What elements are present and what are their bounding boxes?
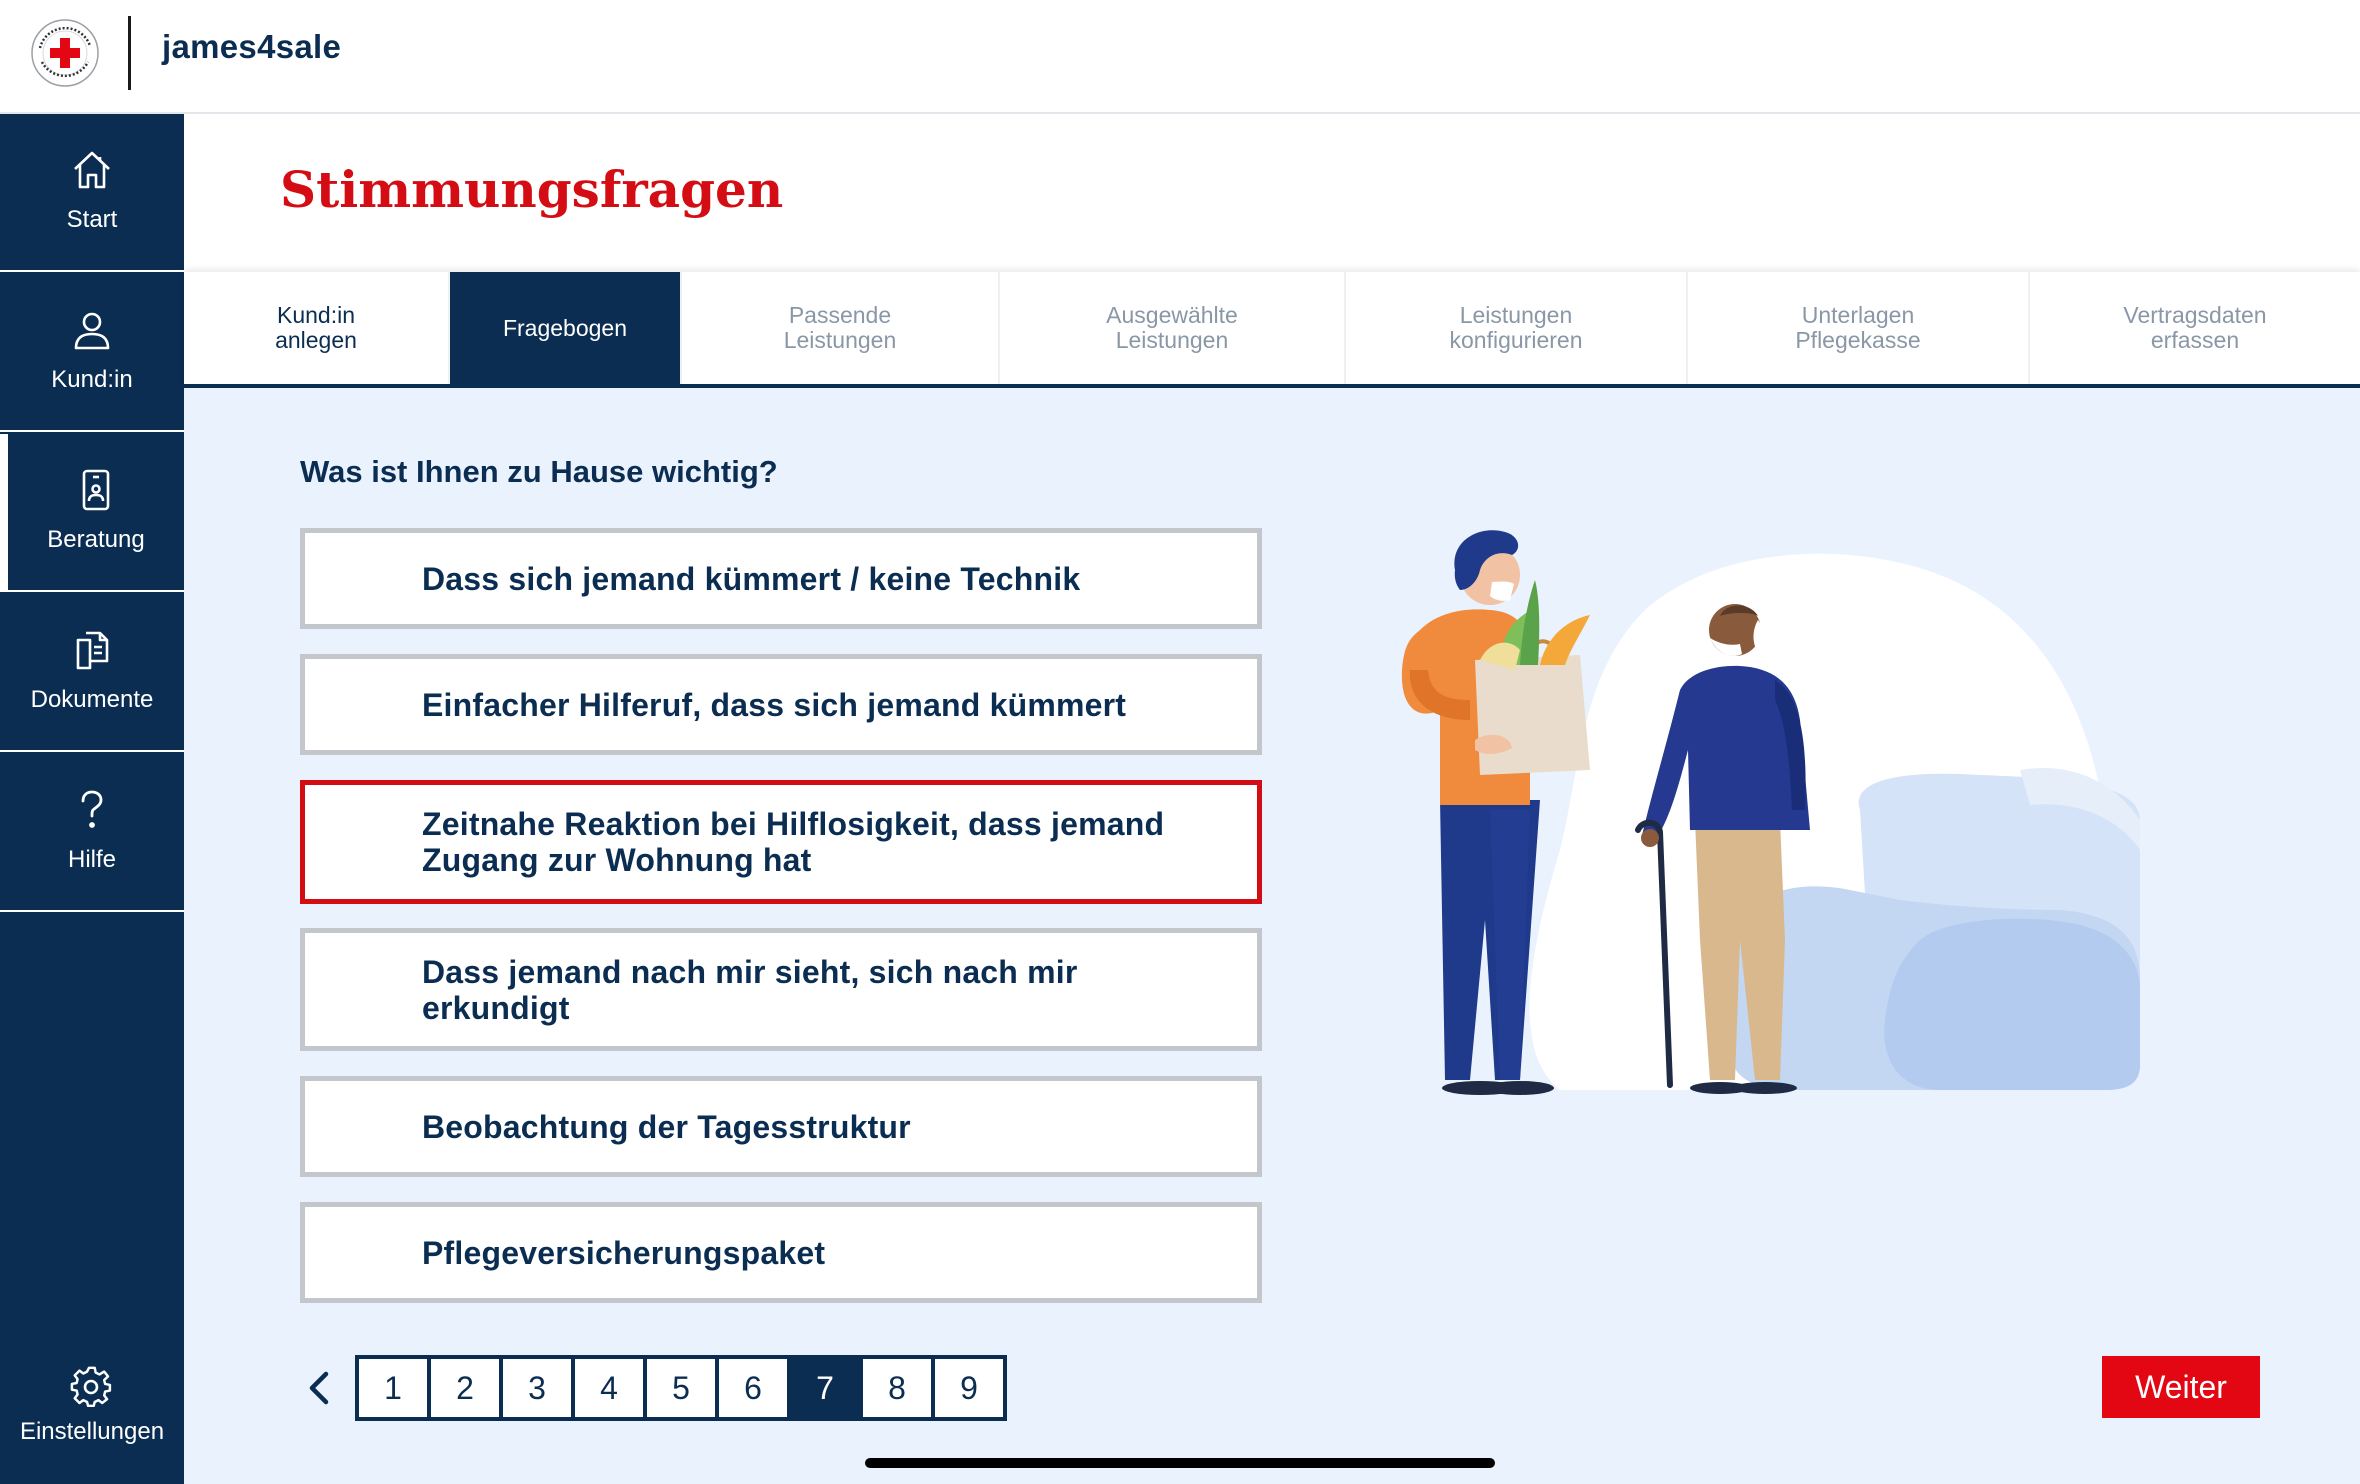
header-divider bbox=[128, 16, 131, 90]
page-button-2[interactable]: 2 bbox=[431, 1359, 499, 1417]
answer-option[interactable]: Pflegeversicherungspaket bbox=[300, 1202, 1262, 1303]
tab-unterlagen-pflegekasse[interactable]: Unterlagen Pflegekasse bbox=[1688, 272, 2030, 384]
sidebar-item-label: Beratung bbox=[47, 526, 145, 553]
tab-vertragsdaten-erfassen[interactable]: Vertragsdaten erfassen bbox=[2030, 272, 2360, 384]
tab-label-line1: Leistungen bbox=[1459, 302, 1573, 328]
question-text: Was ist Ihnen zu Hause wichtig? bbox=[300, 454, 778, 489]
home-indicator[interactable] bbox=[865, 1458, 1495, 1468]
option-label-line1: Pflegeversicherungspaket bbox=[422, 1234, 826, 1271]
sidebar-item-label: Hilfe bbox=[67, 846, 116, 873]
page-button-4[interactable]: 4 bbox=[575, 1359, 643, 1417]
answer-option[interactable]: Dass jemand nach mir sieht, sich nach mi… bbox=[300, 928, 1262, 1051]
top-bar: james4sale bbox=[0, 0, 2360, 114]
tab-kundin-anlegen[interactable]: Kund:in anlegen bbox=[184, 272, 450, 384]
option-label-line1: Einfacher Hilferuf, dass sich jemand küm… bbox=[422, 686, 1127, 723]
option-label-line1: Zeitnahe Reaktion bei Hilflosigkeit, das… bbox=[422, 806, 1165, 842]
tab-leistungen-konfigurieren[interactable]: Leistungen konfigurieren bbox=[1346, 272, 1688, 384]
tab-label-line1: Vertragsdaten bbox=[2123, 302, 2267, 328]
tab-label-line2: Leistungen bbox=[783, 327, 897, 353]
page-button-5[interactable]: 5 bbox=[647, 1359, 715, 1417]
option-label-line1: Dass sich jemand kümmert / keine Technik bbox=[422, 560, 1081, 597]
sidebar-item-beratung[interactable]: Beratung bbox=[0, 434, 184, 592]
chevron-left-icon bbox=[309, 1371, 329, 1405]
tab-label-line1: Unterlagen bbox=[1801, 302, 1915, 328]
tab-label-line2: konfigurieren bbox=[1449, 327, 1583, 353]
tab-ausgewaehlte-leistungen[interactable]: Ausgewählte Leistungen bbox=[1000, 272, 1346, 384]
tab-label-line2: Pflegekasse bbox=[1795, 327, 1921, 353]
app-name: james4sale bbox=[162, 28, 342, 65]
tab-label-line2: Leistungen bbox=[1115, 327, 1229, 353]
option-label-line2: erkundigt bbox=[422, 989, 570, 1026]
pagination: 1 2 3 4 5 6 7 8 9 bbox=[355, 1355, 1007, 1421]
question-icon bbox=[0, 788, 184, 836]
option-label-line2: Zugang zur Wohnung hat bbox=[422, 842, 812, 878]
sidebar-item-label: Dokumente bbox=[30, 686, 154, 713]
page-button-6[interactable]: 6 bbox=[719, 1359, 787, 1417]
gear-icon bbox=[0, 1364, 184, 1412]
user-icon bbox=[0, 308, 184, 356]
tab-label-line1: Ausgewählte bbox=[1106, 302, 1238, 328]
sidebar-item-hilfe[interactable]: Hilfe bbox=[0, 754, 184, 912]
tab-fragebogen[interactable]: Fragebogen bbox=[450, 272, 682, 384]
tab-label-line1: Kund:in bbox=[276, 302, 355, 328]
tab-label-line2: erfassen bbox=[2150, 327, 2240, 353]
home-icon bbox=[0, 148, 184, 196]
answer-option[interactable]: Dass sich jemand kümmert / keine Technik bbox=[300, 528, 1262, 629]
tab-label-line1: Fragebogen bbox=[502, 314, 628, 341]
sidebar-item-label: Kund:in bbox=[51, 366, 133, 393]
weiter-button[interactable]: Weiter bbox=[2102, 1356, 2260, 1418]
answer-option[interactable]: Beobachtung der Tagesstruktur bbox=[300, 1076, 1262, 1177]
progress-tabs: Kund:in anlegen Fragebogen Passende Leistu… bbox=[184, 272, 2360, 388]
previous-page-button[interactable] bbox=[300, 1364, 336, 1412]
page-title: Stimmungsfragen bbox=[280, 160, 784, 219]
tab-label-line2: anlegen bbox=[275, 327, 357, 353]
page-button-1[interactable]: 1 bbox=[359, 1359, 427, 1417]
tab-label-line1: Passende bbox=[788, 302, 892, 328]
answer-option[interactable]: Einfacher Hilferuf, dass sich jemand küm… bbox=[300, 654, 1262, 755]
page-button-3[interactable]: 3 bbox=[503, 1359, 571, 1417]
page-button-7-current[interactable]: 7 bbox=[791, 1359, 859, 1417]
answer-option-selected[interactable]: Zeitnahe Reaktion bei Hilflosigkeit, das… bbox=[300, 780, 1262, 904]
sidebar-item-dokumente[interactable]: Dokumente bbox=[0, 594, 184, 752]
page-button-8[interactable]: 8 bbox=[863, 1359, 931, 1417]
sidebar-item-label: Start bbox=[66, 206, 118, 233]
page-button-9[interactable]: 9 bbox=[935, 1359, 1003, 1417]
sidebar-item-einstellungen[interactable]: Einstellungen bbox=[0, 1350, 184, 1484]
sidebar-item-kundin[interactable]: Kund:in bbox=[0, 274, 184, 432]
sidebar: Start Kund:in Beratung Dokumente Hilfe E… bbox=[0, 114, 184, 1484]
option-label-line1: Dass jemand nach mir sieht, sich nach mi… bbox=[422, 953, 1078, 990]
option-label-line1: Beobachtung der Tagesstruktur bbox=[422, 1108, 911, 1145]
caregiver-illustration bbox=[1401, 530, 2140, 1095]
sidebar-item-start[interactable]: Start bbox=[0, 114, 184, 272]
sidebar-item-label: Einstellungen bbox=[19, 1418, 165, 1445]
tab-passende-leistungen[interactable]: Passende Leistungen bbox=[682, 272, 1000, 384]
documents-icon bbox=[0, 628, 184, 676]
tablet-user-icon bbox=[4, 468, 188, 516]
red-cross-logo bbox=[31, 19, 99, 87]
